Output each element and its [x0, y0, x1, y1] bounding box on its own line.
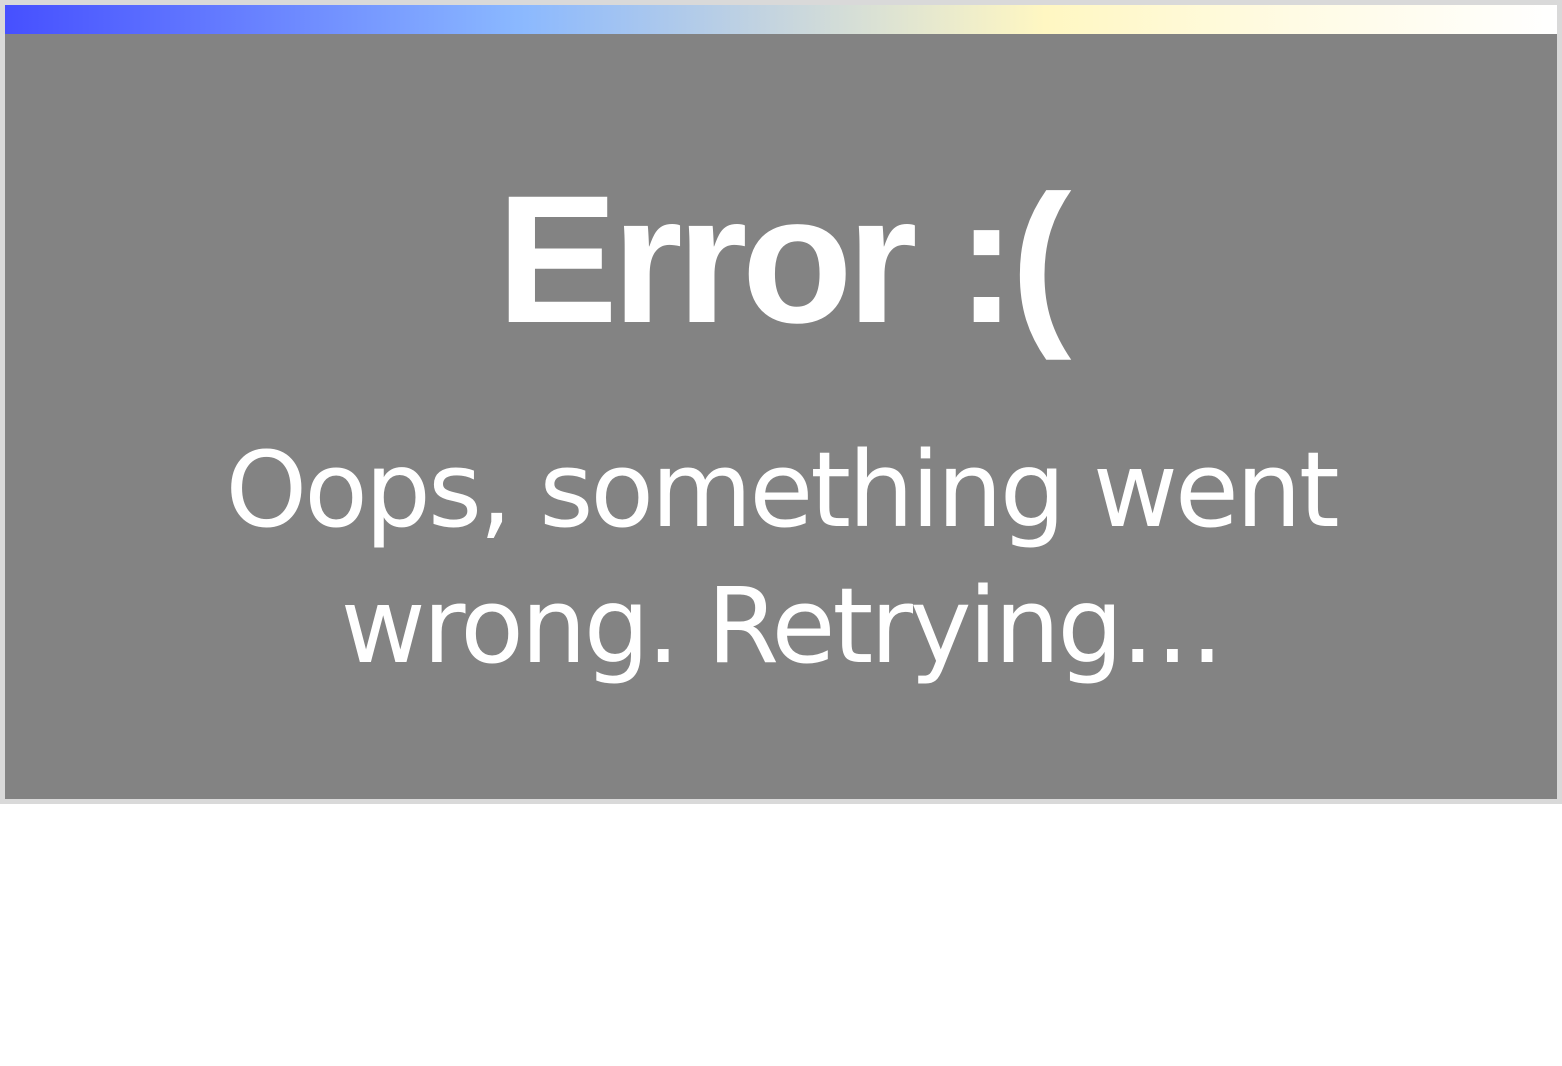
loading-progress-bar — [5, 5, 1557, 34]
loading-progress-fill — [5, 5, 1557, 34]
error-title: Error :( — [496, 157, 1072, 361]
error-panel: Error :( Oops, something went wrong. Ret… — [0, 0, 1562, 804]
error-content: Error :( Oops, something went wrong. Ret… — [5, 34, 1557, 799]
error-message: Oops, something went wrong. Retrying… — [225, 429, 1339, 687]
